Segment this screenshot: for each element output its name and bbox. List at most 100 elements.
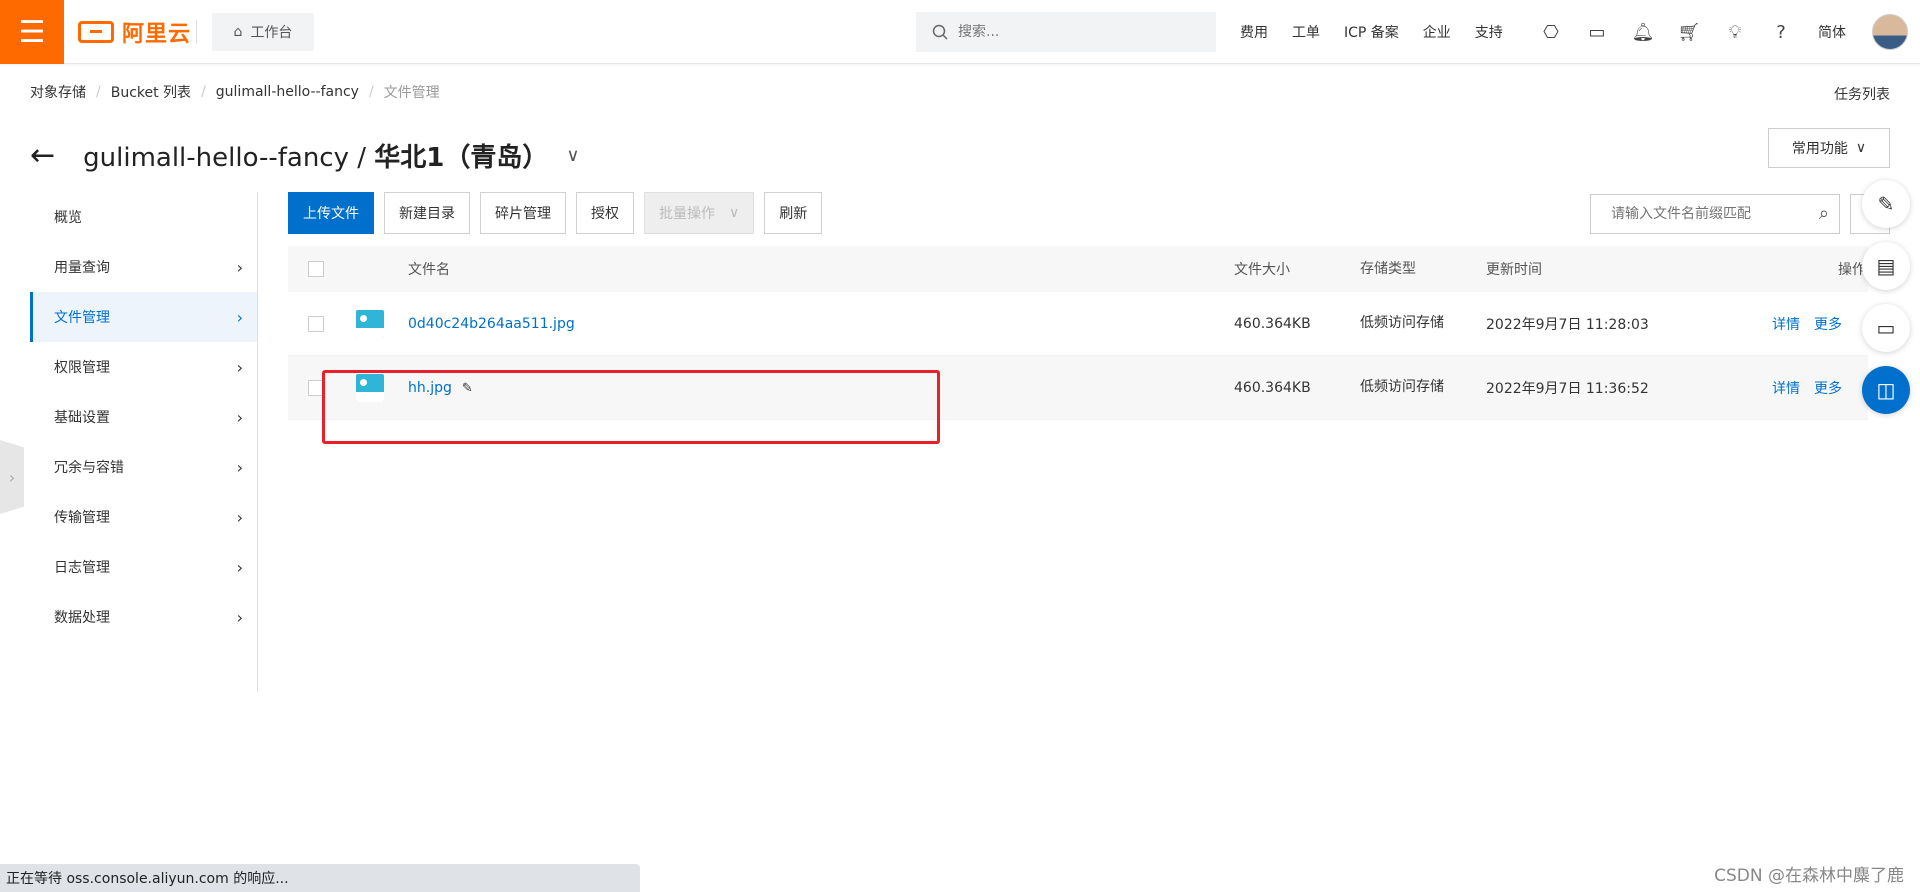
header-name: 文件名 — [408, 262, 450, 278]
workbench-button[interactable]: ⌂ 工作台 — [212, 13, 314, 51]
sidebar-item-files[interactable]: 文件管理 › — [30, 292, 257, 342]
more-dropdown[interactable]: 更多 — [1814, 314, 1842, 334]
lightbulb-icon[interactable]: 💡︎ — [1724, 21, 1746, 43]
detail-link[interactable]: 详情 — [1772, 378, 1800, 398]
sidebar-item-overview[interactable]: 概览 — [30, 192, 257, 242]
chevron-right-icon: › — [236, 557, 243, 577]
image-file-icon — [356, 309, 384, 338]
upload-file-button[interactable]: 上传文件 — [288, 192, 374, 234]
authorize-button[interactable]: 授权 — [576, 192, 634, 234]
row-actions: 详情 更多 — [1772, 314, 1842, 334]
sidebar-item-transfer[interactable]: 传输管理 › — [30, 492, 257, 542]
chat-icon[interactable]: ▭ — [1862, 304, 1910, 352]
search-icon[interactable]: ⌕ — [1819, 203, 1829, 224]
detail-link[interactable]: 详情 — [1772, 314, 1800, 334]
file-name-link[interactable]: 0d40c24b264aa511.jpg — [408, 316, 575, 332]
floating-tools: ✎ ▤ ▭ ◫ — [1862, 180, 1910, 428]
refresh-button[interactable]: 刷新 — [764, 192, 823, 234]
top-nav-icons: ⎔ ▭ 🔔︎ 🛒︎ 💡︎ ? — [1540, 0, 1792, 64]
terminal-icon[interactable]: ▭ — [1586, 21, 1608, 43]
aliyun-logo[interactable]: 阿里云 — [78, 18, 192, 47]
bucket-title: gulimall-hello--fancy / 华北1（青岛） — [83, 137, 548, 174]
sidebar-item-label: 数据处理 — [54, 610, 110, 626]
breadcrumb: 对象存储 / Bucket 列表 / gulimall-hello--fancy… — [30, 64, 440, 120]
sidebar-item-label: 权限管理 — [54, 360, 110, 376]
select-all-checkbox[interactable] — [308, 261, 324, 277]
fragment-management-button[interactable]: 碎片管理 — [480, 192, 566, 234]
file-name-cell: 0d40c24b264aa511.jpg — [408, 316, 575, 332]
logo-text: 阿里云 — [122, 22, 192, 47]
breadcrumb-separator: / — [201, 84, 206, 100]
chevron-right-icon: › — [236, 407, 243, 427]
sidebar-item-label: 文件管理 — [54, 310, 110, 326]
title-separator: / — [348, 142, 375, 173]
common-functions-button[interactable]: 常用功能 ∨ — [1768, 128, 1890, 168]
common-functions-label: 常用功能 — [1791, 141, 1848, 157]
apps-grid-icon[interactable]: ◫ — [1862, 366, 1910, 414]
help-icon[interactable]: ? — [1770, 21, 1792, 43]
sidebar-collapse-handle[interactable]: › — [0, 440, 24, 514]
chevron-right-icon: › — [236, 507, 243, 527]
sidebar-item-data-processing[interactable]: 数据处理 › — [30, 592, 257, 642]
task-list-link[interactable]: 任务列表 — [1834, 84, 1890, 104]
update-time: 2022年9月7日 11:36:52 — [1486, 380, 1649, 397]
storage-type: 低频访问存储 — [1360, 315, 1444, 331]
file-search-input[interactable] — [1611, 206, 1801, 222]
nav-link-enterprise[interactable]: 企业 — [1423, 22, 1451, 42]
file-size: 460.364KB — [1234, 315, 1311, 332]
chevron-right-icon: › — [236, 307, 243, 327]
page-title: ← gulimall-hello--fancy / 华北1（青岛） ∨ — [30, 120, 580, 190]
table-row: 0d40c24b264aa511.jpg 460.364KB 低频访问存储 20… — [288, 292, 1868, 356]
row-actions: 详情 更多 — [1772, 378, 1842, 398]
more-dropdown[interactable]: 更多 — [1814, 378, 1842, 398]
sidebar-item-redundancy[interactable]: 冗余与容错 › — [30, 442, 257, 492]
global-search-input[interactable] — [958, 24, 1198, 40]
bucket-region: 华北1（青岛） — [374, 142, 549, 173]
watermark: CSDN @在森林中麋了鹿 — [1714, 866, 1904, 886]
bell-icon[interactable]: 🔔︎ — [1632, 21, 1655, 43]
file-search[interactable]: ⌕ — [1590, 194, 1840, 234]
chevron-right-icon: › — [236, 457, 243, 477]
aliyun-logo-icon — [78, 21, 114, 43]
update-time: 2022年9月7日 11:28:03 — [1486, 316, 1649, 333]
storage-type: 低频访问存储 — [1360, 379, 1444, 395]
cart-icon[interactable]: 🛒︎ — [1678, 21, 1701, 43]
breadcrumb-current: 文件管理 — [383, 85, 440, 101]
new-directory-button[interactable]: 新建目录 — [384, 192, 470, 234]
sidebar-item-basic-settings[interactable]: 基础设置 › — [30, 392, 257, 442]
sidebar-item-permissions[interactable]: 权限管理 › — [30, 342, 257, 392]
breadcrumb-item-bucket[interactable]: gulimall-hello--fancy — [216, 84, 359, 100]
sidebar: 概览 用量查询 › 文件管理 › 权限管理 › 基础设置 › 冗余与容错 › 传输管理 › … — [0, 192, 258, 692]
breadcrumb-separator: / — [368, 84, 374, 100]
back-arrow-icon[interactable]: ← — [30, 138, 55, 173]
row-checkbox[interactable] — [308, 315, 324, 332]
table-header: 文件名 文件大小 存储类型 更新时间 操作 — [288, 246, 1868, 292]
chevron-right-icon: › — [8, 467, 16, 487]
user-avatar[interactable] — [1872, 14, 1908, 50]
language-switch[interactable]: 简体 — [1818, 22, 1846, 42]
nav-link-tickets[interactable]: 工单 — [1292, 22, 1320, 42]
file-toolbar: 上传文件 新建目录 碎片管理 授权 批量操作 ∨ 刷新 — [288, 192, 823, 234]
chevron-down-icon: ∨ — [1855, 140, 1867, 156]
header-time: 更新时间 — [1486, 262, 1542, 278]
breadcrumb-item-oss[interactable]: 对象存储 — [30, 82, 86, 102]
chevron-down-icon[interactable]: ∨ — [566, 145, 579, 166]
header-type: 存储类型 — [1360, 260, 1416, 277]
breadcrumb-item-bucket-list[interactable]: Bucket 列表 — [111, 82, 191, 102]
sidebar-item-label: 用量查询 — [54, 260, 110, 276]
sidebar-item-label: 日志管理 — [54, 560, 110, 576]
sidebar-item-logs[interactable]: 日志管理 › — [30, 542, 257, 592]
nav-link-support[interactable]: 支持 — [1475, 22, 1503, 42]
breadcrumb-separator: / — [96, 84, 101, 100]
nav-link-fees[interactable]: 费用 — [1240, 22, 1268, 42]
chevron-down-icon: ∨ — [729, 205, 740, 221]
sidebar-item-usage[interactable]: 用量查询 › — [30, 242, 257, 292]
global-search[interactable] — [916, 12, 1216, 52]
hamburger-menu-button[interactable]: ☰ — [0, 0, 64, 64]
nav-link-icp[interactable]: ICP 备案 — [1344, 22, 1399, 42]
file-size: 460.364KB — [1234, 379, 1311, 396]
book-icon[interactable]: ▤ — [1862, 242, 1910, 290]
api-icon[interactable]: ⎔ — [1540, 21, 1562, 43]
batch-operations-label: 批量操作 — [659, 206, 715, 222]
edit-note-icon[interactable]: ✎ — [1862, 180, 1910, 228]
